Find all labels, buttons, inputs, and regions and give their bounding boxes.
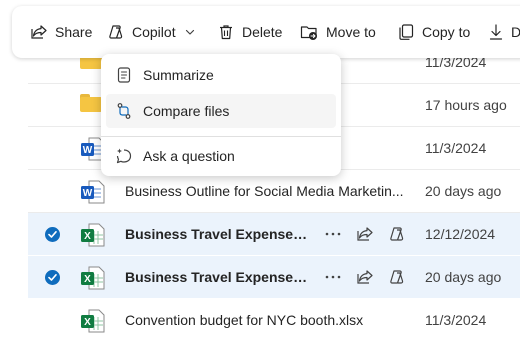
command-bar: Share Copilot Delete Move to Copy to D: [12, 6, 520, 58]
svg-text:X: X: [84, 274, 91, 285]
copilot-icon[interactable]: [388, 268, 406, 286]
delete-label: Delete: [242, 24, 283, 40]
share-button[interactable]: Share: [30, 6, 92, 58]
file-row-excel-3[interactable]: X Convention budget for NYC booth.xlsx 1…: [28, 299, 520, 339]
file-modified-date: 11/3/2024: [425, 312, 487, 328]
copy-icon: [399, 24, 414, 40]
trash-icon: [220, 25, 232, 40]
word-file-icon: W: [81, 180, 105, 204]
copilot-icon: [109, 25, 123, 39]
menu-item-summarize[interactable]: Summarize: [106, 58, 336, 92]
file-row-word-2[interactable]: W Business Outline for Social Media Mark…: [28, 170, 520, 213]
file-name: Business Travel Expenses Bu...: [125, 226, 311, 242]
summarize-icon: [117, 67, 131, 83]
menu-item-label: Summarize: [143, 67, 214, 83]
svg-text:W: W: [83, 188, 93, 199]
file-modified-date: 11/3/2024: [425, 140, 487, 156]
move-to-button[interactable]: Move to: [300, 6, 376, 58]
share-label: Share: [55, 24, 93, 40]
menu-item-ask-a-question[interactable]: Ask a question: [106, 139, 336, 173]
file-modified-date: 20 days ago: [425, 269, 502, 285]
copy-to-button[interactable]: Copy to: [397, 6, 470, 58]
menu-divider: [101, 136, 341, 137]
file-modified-date: 20 days ago: [425, 183, 502, 199]
excel-file-icon: X: [81, 266, 105, 290]
row-selected-checkbox[interactable]: [45, 227, 60, 242]
more-options-icon[interactable]: [324, 268, 342, 286]
file-modified-date: 17 hours ago: [425, 97, 507, 113]
more-options-icon[interactable]: [324, 225, 342, 243]
copilot-icon[interactable]: [388, 225, 406, 243]
share-icon[interactable]: [356, 225, 374, 243]
copy-to-label: Copy to: [422, 24, 471, 40]
download-label: D: [511, 24, 520, 40]
copilot-label: Copilot: [132, 24, 176, 40]
svg-text:X: X: [84, 317, 91, 328]
share-icon: [31, 25, 47, 39]
download-button[interactable]: D: [488, 6, 520, 58]
menu-item-label: Ask a question: [143, 148, 235, 164]
menu-item-compare-files[interactable]: Compare files: [106, 94, 336, 128]
file-name: Business Travel Expenses Bu...: [125, 269, 311, 285]
file-name: Business Outline for Social Media Market…: [125, 183, 404, 199]
chevron-down-icon: [185, 29, 194, 35]
excel-file-icon: X: [81, 309, 105, 333]
svg-text:X: X: [84, 231, 91, 242]
row-selected-checkbox[interactable]: [45, 270, 60, 285]
menu-item-label: Compare files: [143, 103, 230, 119]
share-icon[interactable]: [356, 268, 374, 286]
file-modified-date: 12/12/2024: [425, 226, 496, 242]
download-icon: [489, 24, 503, 40]
file-name: Convention budget for NYC booth.xlsx: [125, 312, 364, 328]
svg-text:W: W: [83, 145, 93, 156]
excel-file-icon: X: [81, 223, 105, 247]
folder-icon: [80, 94, 102, 112]
ask-question-icon: [116, 148, 132, 164]
copilot-button[interactable]: Copilot: [107, 6, 196, 58]
file-row-excel-1[interactable]: X Business Travel Expenses Bu... 12/12/2…: [28, 213, 520, 256]
move-folder-icon: [300, 26, 317, 40]
file-row-excel-2[interactable]: X Business Travel Expenses Bu... 20 days…: [28, 256, 520, 299]
move-to-label: Move to: [326, 24, 376, 40]
copilot-dropdown-menu: Summarize Compare files Ask a question: [101, 54, 341, 176]
delete-button[interactable]: Delete: [217, 6, 282, 58]
compare-files-icon: [117, 103, 131, 119]
